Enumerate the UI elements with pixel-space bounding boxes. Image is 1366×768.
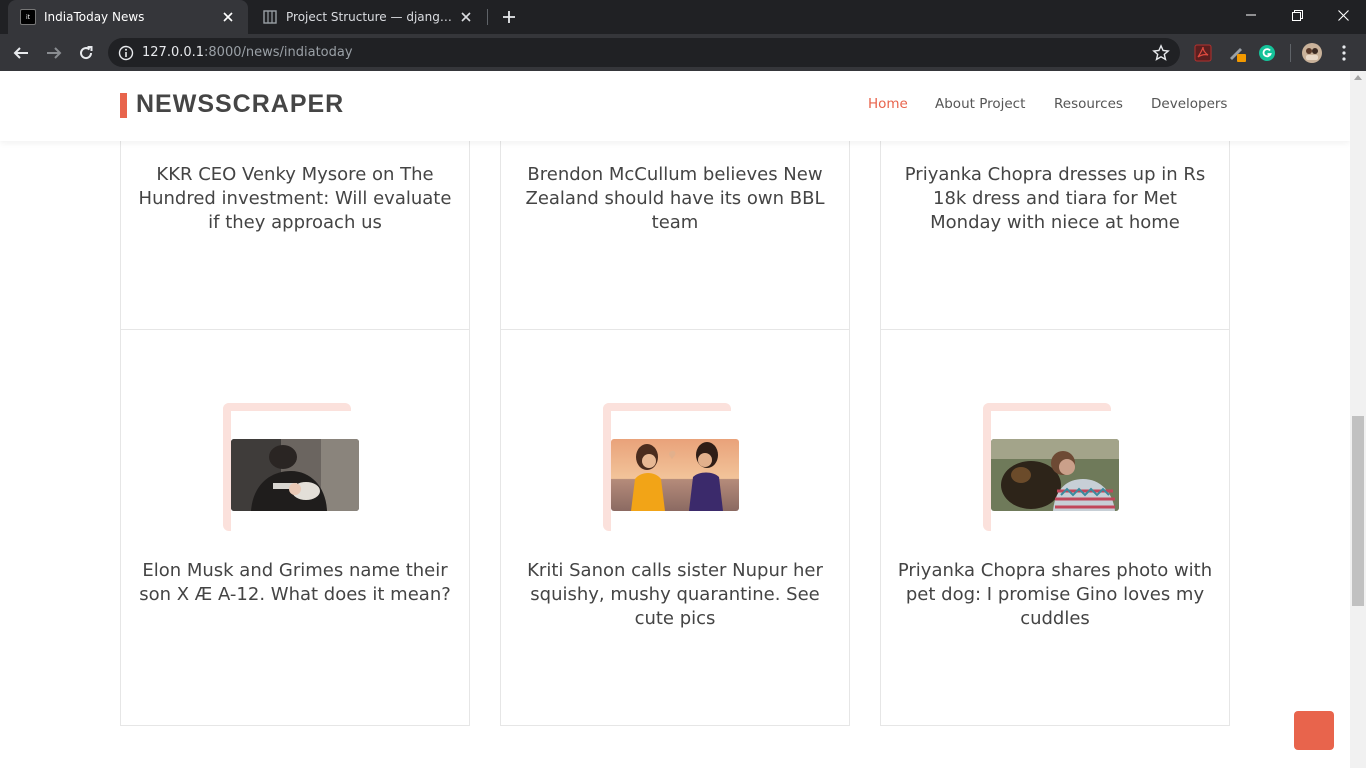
toolbar-divider: [1290, 44, 1291, 62]
scrollbar-thumb[interactable]: [1352, 416, 1364, 606]
news-card-title[interactable]: Elon Musk and Grimes name their son X Æ …: [136, 559, 454, 607]
site-header: NEWSSCRAPER Home About Project Resources…: [0, 71, 1350, 141]
browser-toolbar: 127.0.0.1:8000/news/indiatoday: [0, 34, 1366, 71]
news-card[interactable]: Elon Musk and Grimes name their son X Æ …: [120, 329, 470, 726]
profile-avatar[interactable]: [1301, 42, 1323, 64]
article-thumbnail[interactable]: [231, 439, 359, 511]
site-favicon-icon: it: [20, 9, 36, 25]
image-frame-decoration: [603, 403, 611, 531]
tab-divider: [487, 9, 488, 25]
restore-icon[interactable]: [1274, 0, 1320, 30]
nav-home[interactable]: Home: [868, 96, 908, 112]
nav-about-project[interactable]: About Project: [935, 96, 1025, 112]
browser-tab-bar: it IndiaToday News Project Structure — d…: [0, 0, 1366, 34]
pen-extension-icon[interactable]: [1227, 43, 1247, 63]
image-frame-decoration: [223, 403, 231, 531]
new-tab-icon[interactable]: [499, 7, 519, 27]
url-host: 127.0.0.1: [142, 45, 205, 60]
page-scrollbar[interactable]: [1350, 71, 1366, 768]
article-thumbnail[interactable]: [611, 439, 739, 511]
image-frame-decoration: [983, 403, 1111, 411]
news-card-title[interactable]: Priyanka Chopra dresses up in Rs 18k dre…: [896, 163, 1214, 235]
nav-developers[interactable]: Developers: [1151, 96, 1227, 112]
scroll-up-arrow-icon[interactable]: [1354, 75, 1362, 80]
news-card-title[interactable]: Kriti Sanon calls sister Nupur her squis…: [516, 559, 834, 631]
site-logo[interactable]: NEWSSCRAPER: [136, 90, 344, 119]
news-card[interactable]: Priyanka Chopra shares photo with pet do…: [880, 329, 1230, 726]
article-thumbnail[interactable]: [991, 439, 1119, 511]
tab-title: Project Structure — django-project: [286, 10, 452, 24]
address-bar[interactable]: 127.0.0.1:8000/news/indiatoday: [108, 38, 1180, 67]
document-icon: [262, 9, 278, 25]
tab-title: IndiaToday News: [44, 10, 145, 24]
image-frame-decoration: [223, 403, 351, 411]
url-text: 127.0.0.1:8000/news/indiatoday: [142, 45, 353, 60]
browser-tab-active[interactable]: it IndiaToday News: [8, 0, 248, 34]
url-path: :8000/news/indiatoday: [204, 45, 353, 60]
news-card-title[interactable]: KKR CEO Venky Mysore on The Hundred inve…: [136, 163, 454, 235]
image-frame-decoration: [983, 403, 991, 531]
bookmark-star-icon[interactable]: [1152, 44, 1170, 62]
grammarly-icon[interactable]: [1257, 43, 1277, 63]
close-window-icon[interactable]: [1320, 0, 1366, 30]
reload-icon[interactable]: [73, 40, 99, 66]
nav-resources[interactable]: Resources: [1054, 96, 1123, 112]
news-card[interactable]: Kriti Sanon calls sister Nupur her squis…: [500, 329, 850, 726]
site-info-icon[interactable]: [118, 45, 134, 61]
close-tab-icon[interactable]: [458, 9, 474, 25]
back-arrow-icon[interactable]: [8, 40, 34, 66]
back-to-top-button[interactable]: [1294, 711, 1334, 750]
image-frame-decoration: [603, 403, 731, 411]
minimize-icon[interactable]: [1228, 0, 1274, 30]
close-tab-icon[interactable]: [220, 9, 236, 25]
news-card-title[interactable]: Priyanka Chopra shares photo with pet do…: [896, 559, 1214, 631]
news-card-title[interactable]: Brendon McCullum believes New Zealand sh…: [516, 163, 834, 235]
forward-arrow-icon[interactable]: [41, 40, 67, 66]
page-viewport: NEWSSCRAPER Home About Project Resources…: [0, 71, 1350, 768]
pdf-extension-icon[interactable]: [1193, 43, 1213, 63]
browser-tab-inactive[interactable]: Project Structure — django-project: [250, 0, 486, 34]
more-menu-icon[interactable]: [1334, 43, 1354, 63]
logo-accent-bar: [120, 93, 127, 118]
